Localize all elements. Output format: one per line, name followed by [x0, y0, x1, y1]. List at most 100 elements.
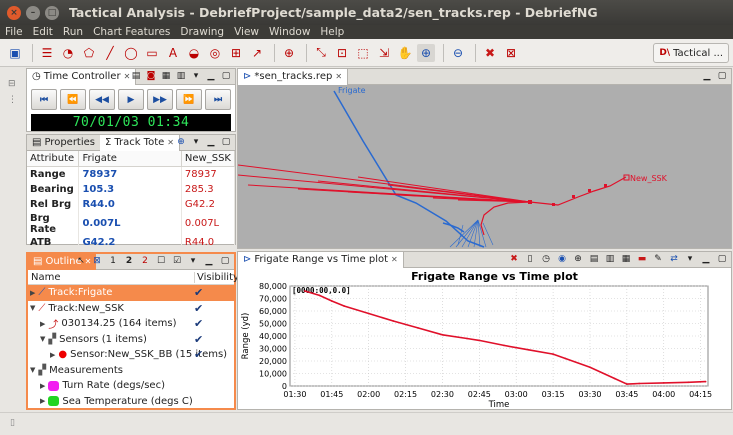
filter-icon[interactable]: ▤: [130, 70, 142, 82]
perspective-switcher[interactable]: D\ Tactical ...: [653, 43, 729, 63]
expand-arrow-icon[interactable]: ▶: [40, 397, 45, 405]
tree-item-measurements[interactable]: ▼ ▞ Measurements: [28, 363, 234, 379]
hide-icon[interactable]: ⊠: [91, 255, 103, 267]
window-close-button[interactable]: ×: [7, 5, 21, 20]
minimize-icon[interactable]: ▁: [700, 253, 712, 265]
tab-sen-tracks[interactable]: ⊳ *sen_tracks.rep ✕: [238, 68, 349, 85]
close-icon[interactable]: ✕: [167, 138, 174, 147]
close-icon[interactable]: ✕: [335, 72, 342, 81]
step-back-large-button[interactable]: ⏪: [60, 89, 86, 110]
tab-properties[interactable]: ▤ Properties: [27, 135, 100, 151]
ellipse-shape-icon[interactable]: ◯: [122, 44, 140, 62]
view-menu-icon[interactable]: ▾: [187, 255, 199, 267]
zoom-area-icon[interactable]: ⬚: [354, 44, 372, 62]
text-label-icon[interactable]: A: [164, 44, 182, 62]
save-icon[interactable]: ▣: [6, 44, 24, 62]
maximize-icon[interactable]: ▢: [220, 70, 232, 82]
column-header-new-ssk[interactable]: New_SSK: [181, 151, 236, 167]
crosshair-icon[interactable]: ⊕: [572, 253, 584, 265]
step-forward-large-button[interactable]: ⏩: [176, 89, 202, 110]
pan-hand-icon[interactable]: ✋: [396, 44, 414, 62]
rectangle-shape-icon[interactable]: ▭: [143, 44, 161, 62]
tree-item-track-new-ssk[interactable]: ▼ ⟋ Track:New_SSK ✔: [28, 301, 234, 317]
circle-shape-icon[interactable]: ◔: [59, 44, 77, 62]
table-row[interactable]: Rel Brg R44.0 G42.2: [27, 197, 236, 213]
maximize-icon[interactable]: ▢: [716, 253, 728, 265]
fit-to-window-icon[interactable]: ⊠: [502, 44, 520, 62]
page-icon[interactable]: ▯: [524, 253, 536, 265]
order-2b-icon[interactable]: 2: [139, 255, 151, 267]
line-icon[interactable]: ▬: [636, 253, 648, 265]
tree-item-turn-rate[interactable]: ▶ Turn Rate (degs/sec): [28, 378, 234, 394]
view-menu-icon[interactable]: ▾: [190, 136, 202, 148]
target-icon[interactable]: ◉: [556, 253, 568, 265]
column-header-visibility[interactable]: Visibility: [194, 271, 239, 283]
visibility-check[interactable]: ✔: [194, 333, 203, 346]
fast-view-icon[interactable]: ⋮: [8, 95, 17, 105]
menu-run[interactable]: Run: [58, 26, 88, 38]
tab-range-plot[interactable]: ⊳ Frigate Range vs Time plot ✕: [238, 251, 404, 268]
switch-axes-icon[interactable]: ⇄: [668, 253, 680, 265]
collapse-arrow-icon[interactable]: ▼: [40, 335, 45, 343]
play-button[interactable]: ▶: [118, 89, 144, 110]
step-last-button[interactable]: ⏭: [205, 89, 231, 110]
table-row[interactable]: ATB G42.2 R44.0: [27, 234, 236, 250]
step-forward-small-button[interactable]: ▶▶: [147, 89, 173, 110]
link-icon[interactable]: ◙: [145, 70, 157, 82]
window-minimize-button[interactable]: –: [26, 5, 40, 20]
export-icon[interactable]: ▥: [604, 253, 616, 265]
menu-drawing[interactable]: Drawing: [175, 26, 229, 38]
tree-item-sensors[interactable]: ▼ ▞ Sensors (1 items) ✔: [28, 332, 234, 348]
arc-shape-icon[interactable]: ◒: [185, 44, 203, 62]
step-first-button[interactable]: ⏮: [31, 89, 57, 110]
menu-file[interactable]: File: [0, 26, 28, 38]
vector-icon[interactable]: ↗: [248, 44, 266, 62]
menu-view[interactable]: View: [229, 26, 264, 38]
properties-icon[interactable]: ▦: [620, 253, 632, 265]
globe-icon[interactable]: ⊕: [280, 44, 298, 62]
close-icon[interactable]: ✕: [391, 255, 398, 264]
tree-item-track-frigate[interactable]: ▶ ⟋ Track:Frigate ✔: [28, 285, 234, 301]
checkbox-icon[interactable]: ☐: [155, 255, 167, 267]
expand-arrow-icon[interactable]: ▶: [30, 289, 35, 297]
minimize-icon[interactable]: ▁: [701, 70, 713, 82]
menu-help[interactable]: Help: [315, 26, 349, 38]
line-shape-icon[interactable]: ╱: [101, 44, 119, 62]
visibility-check[interactable]: ✔: [194, 317, 203, 330]
range-time-chart[interactable]: Frigate Range vs Time plot010,00020,0003…: [238, 268, 731, 409]
select-pointer-icon[interactable]: ↖: [75, 255, 87, 267]
maximize-icon[interactable]: ▢: [716, 70, 728, 82]
status-indicator-icon[interactable]: ▯: [10, 418, 15, 428]
snapshot-icon[interactable]: ▥: [175, 70, 187, 82]
zoom-out-icon[interactable]: ⊖: [449, 44, 467, 62]
visibility-check[interactable]: ✔: [194, 348, 203, 361]
order-1-icon[interactable]: 1: [107, 255, 119, 267]
polygon-shape-icon[interactable]: ⬠: [80, 44, 98, 62]
stretch-icon[interactable]: ⇲: [375, 44, 393, 62]
tree-item-positions[interactable]: ▶ ⤴ 030134.25 (164 items) ✔: [28, 316, 234, 332]
zoom-in-icon[interactable]: ⊕: [417, 43, 435, 62]
maximize-icon[interactable]: ▢: [219, 255, 231, 267]
edit-icon[interactable]: ✎: [652, 253, 664, 265]
menu-edit[interactable]: Edit: [28, 26, 58, 38]
column-header-frigate[interactable]: Frigate: [78, 151, 182, 167]
tree-item-sensor[interactable]: ▶ ● Sensor:New_SSK_BB (15 items) ✔: [28, 347, 234, 363]
crop-icon[interactable]: ⊡: [333, 44, 351, 62]
window-maximize-button[interactable]: □: [45, 5, 59, 20]
order-2-icon[interactable]: 2: [123, 255, 135, 267]
menu-window[interactable]: Window: [264, 26, 315, 38]
column-header-attribute[interactable]: Attribute: [27, 151, 80, 167]
minimize-icon[interactable]: ▁: [205, 70, 217, 82]
table-row[interactable]: Brg Rate 0.007L 0.007L: [27, 212, 236, 235]
expand-arrow-icon[interactable]: ▶: [50, 351, 55, 359]
fit-icon[interactable]: ✖: [508, 253, 520, 265]
select-icon[interactable]: ⤡: [312, 44, 330, 62]
view-menu-icon[interactable]: ▾: [684, 253, 696, 265]
table-row[interactable]: Bearing 105.3 285.3: [27, 181, 236, 197]
visibility-check[interactable]: ✔: [194, 302, 203, 315]
column-header-name[interactable]: Name: [28, 272, 61, 283]
view-menu-icon[interactable]: ▾: [190, 70, 202, 82]
collapse-arrow-icon[interactable]: ▼: [30, 304, 35, 312]
grid-icon[interactable]: ▦: [160, 70, 172, 82]
visibility-check[interactable]: ✔: [194, 286, 203, 299]
